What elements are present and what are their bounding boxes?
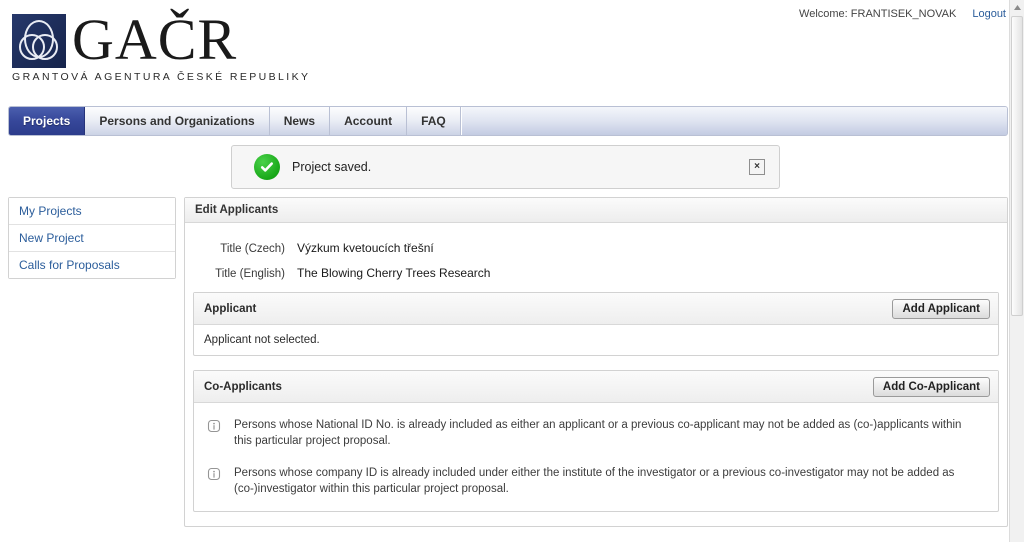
tab-faq[interactable]: FAQ <box>407 107 461 135</box>
scrollbar-thumb[interactable] <box>1011 16 1023 316</box>
note-item: Persons whose National ID No. is already… <box>206 417 988 449</box>
tabbar-filler <box>460 107 1007 135</box>
welcome-text: Welcome: FRANTISEK_NOVAK <box>799 8 957 20</box>
page-scrollbar[interactable] <box>1009 0 1024 542</box>
logo-wordmark: GAČR <box>72 7 238 72</box>
site-logo[interactable]: GAČR GRANTOVÁ AGENTURA ČESKÉ REPUBLIKY <box>12 7 311 83</box>
sidebar-item-calls-for-proposals[interactable]: Calls for Proposals <box>9 252 175 278</box>
field-title-english-label: Title (English) <box>215 268 285 280</box>
gacr-emblem-icon <box>12 14 66 68</box>
close-icon[interactable]: × <box>749 159 765 175</box>
logout-link[interactable]: Logout <box>972 8 1006 20</box>
note-text: Persons whose National ID No. is already… <box>234 419 962 447</box>
sidebar: My Projects New Project Calls for Propos… <box>8 197 176 279</box>
field-title-english: Title (English) The Blowing Cherry Trees… <box>193 266 999 280</box>
flash-message: Project saved. × <box>231 145 780 189</box>
page-root: Welcome: FRANTISEK_NOVAK Logout GAČR GRA… <box>0 0 1024 542</box>
main-navigation: Projects Persons and Organizations News … <box>8 106 1008 136</box>
info-icon <box>206 466 222 482</box>
field-title-czech-value: Výzkum kvetoucích třešní <box>297 241 434 255</box>
tab-news[interactable]: News <box>269 107 331 135</box>
field-title-czech: Title (Czech) Výzkum kvetoucích třešní <box>193 241 999 255</box>
topbar: Welcome: FRANTISEK_NOVAK Logout <box>799 8 1006 20</box>
logo-ring-right <box>32 34 58 60</box>
applicant-section-body: Applicant not selected. <box>204 334 320 346</box>
sidebar-item-new-project[interactable]: New Project <box>9 225 175 252</box>
note-text: Persons whose company ID is already incl… <box>234 467 955 495</box>
applicant-section: Applicant Add Applicant Applicant not se… <box>193 292 999 356</box>
check-circle-icon <box>254 154 280 180</box>
scroll-up-icon[interactable] <box>1010 0 1024 15</box>
project-title-fields: Title (Czech) Výzkum kvetoucích třešní T… <box>193 233 999 292</box>
main-panel: Edit Applicants Title (Czech) Výzkum kve… <box>184 197 1008 527</box>
tab-persons-and-organizations[interactable]: Persons and Organizations <box>85 107 270 135</box>
field-title-czech-label: Title (Czech) <box>220 243 285 255</box>
coapplicants-section-header: Co-Applicants Add Co-Applicant <box>194 371 998 403</box>
tab-projects[interactable]: Projects <box>9 107 86 135</box>
coapplicants-section: Co-Applicants Add Co-Applicant Persons w… <box>193 370 999 512</box>
tab-account[interactable]: Account <box>330 107 408 135</box>
sidebar-item-my-projects[interactable]: My Projects <box>9 198 175 225</box>
logo-row: GAČR <box>12 7 310 72</box>
field-title-english-value: The Blowing Cherry Trees Research <box>297 266 491 280</box>
info-icon <box>206 418 222 434</box>
applicant-section-title: Applicant <box>204 302 257 315</box>
page-title: Edit Applicants <box>185 198 1007 223</box>
add-co-applicant-button[interactable]: Add Co-Applicant <box>872 376 990 397</box>
add-applicant-button[interactable]: Add Applicant <box>892 298 990 319</box>
main-body: Title (Czech) Výzkum kvetoucích třešní T… <box>185 223 1007 512</box>
flash-text: Project saved. <box>292 160 372 174</box>
note-item: Persons whose company ID is already incl… <box>206 465 988 497</box>
logo-subtitle: GRANTOVÁ AGENTURA ČESKÉ REPUBLIKY <box>12 71 311 83</box>
coapplicants-section-body: Persons whose National ID No. is already… <box>194 403 998 511</box>
coapplicants-section-title: Co-Applicants <box>204 380 282 393</box>
applicant-section-header: Applicant Add Applicant <box>194 293 998 325</box>
